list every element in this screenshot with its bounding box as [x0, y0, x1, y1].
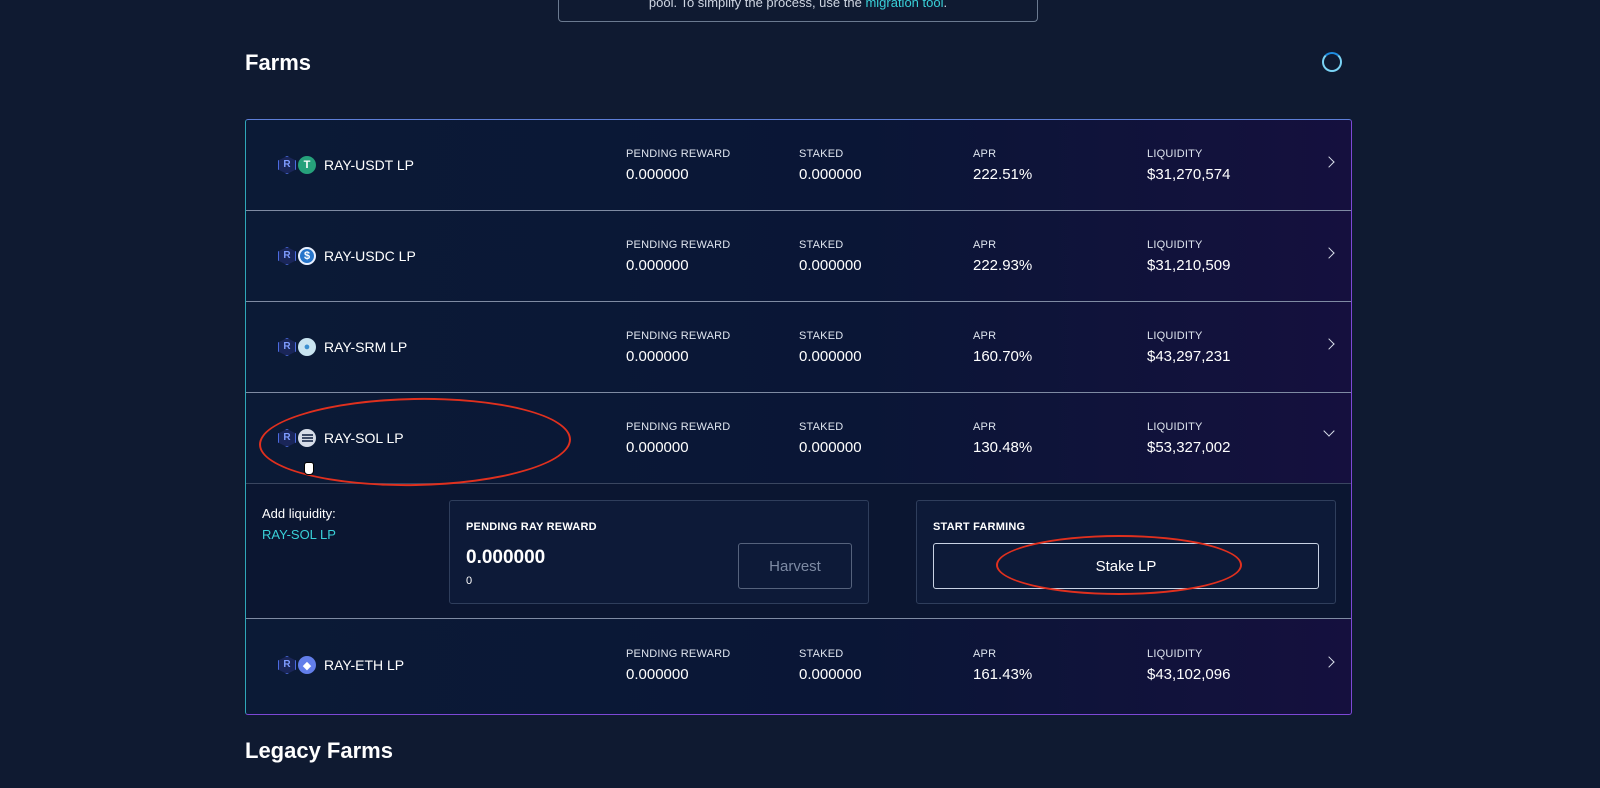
farm-details-panel: Add liquidity: RAY-SOL LP PENDING RAY RE…: [246, 484, 1351, 619]
staked: STAKED 0.000000: [799, 148, 862, 183]
srm-token-icon: ●: [298, 338, 316, 356]
staked: STAKED 0.000000: [799, 648, 862, 683]
pending-reward: PENDING REWARD 0.000000: [626, 239, 731, 274]
liquidity: LIQUIDITY $53,327,002: [1147, 421, 1231, 456]
farm-pair: R ● RAY-SRM LP: [278, 338, 407, 356]
farms-heading: Farms: [245, 50, 312, 75]
add-liquidity-link[interactable]: RAY-SOL LP: [262, 527, 336, 542]
legacy-farms-heading: Legacy Farms: [245, 738, 393, 763]
pending-ray-reward-label: PENDING RAY REWARD: [466, 521, 597, 533]
usdt-token-icon: T: [298, 156, 316, 174]
loading-spinner-icon: [1322, 52, 1342, 72]
liquidity: LIQUIDITY $43,102,096: [1147, 648, 1231, 683]
ray-token-icon: R: [278, 656, 296, 674]
farm-pair: R RAY-SOL LP: [278, 429, 404, 447]
sol-token-icon: [298, 429, 316, 447]
farm-pair: R T RAY-USDT LP: [278, 156, 414, 174]
liquidity: LIQUIDITY $31,270,574: [1147, 148, 1231, 183]
farm-pair: R $ RAY-USDC LP: [278, 247, 416, 265]
usdc-token-icon: $: [298, 247, 316, 265]
eth-token-icon: ◆: [298, 656, 316, 674]
apr: APR 161.43%: [973, 648, 1033, 683]
farm-row-ray-eth[interactable]: R ◆ RAY-ETH LP PENDING REWARD 0.000000 ST…: [246, 620, 1351, 711]
chevron-right-icon[interactable]: [1323, 656, 1335, 668]
chevron-down-icon[interactable]: [1323, 425, 1335, 437]
hand-cursor-icon: [304, 462, 314, 475]
farm-row-ray-sol[interactable]: R RAY-SOL LP PENDING REWARD 0.000000 STAK…: [246, 393, 1351, 484]
pending-ray-reward-usd: 0: [466, 575, 473, 587]
liquidity: LIQUIDITY $31,210,509: [1147, 239, 1231, 274]
notice-text: pool. To simplify the process, use the: [648, 0, 866, 10]
pending-reward: PENDING REWARD 0.000000: [626, 421, 731, 456]
ray-token-icon: R: [278, 247, 296, 265]
staked: STAKED 0.000000: [799, 330, 862, 365]
start-farming-card: START FARMING Stake LP: [916, 500, 1336, 604]
pending-ray-reward-value: 0.000000: [466, 547, 546, 568]
farm-name: RAY-SRM LP: [324, 339, 408, 355]
apr: APR 130.48%: [973, 421, 1033, 456]
migration-notice: pool. To simplify the process, use the m…: [558, 0, 1038, 22]
chevron-right-icon[interactable]: [1323, 156, 1335, 168]
apr: APR 222.51%: [973, 148, 1033, 183]
farm-row-ray-usdc[interactable]: R $ RAY-USDC LP PENDING REWARD 0.000000 S…: [246, 211, 1351, 302]
add-liquidity-label: Add liquidity:: [262, 506, 336, 521]
harvest-button[interactable]: Harvest: [738, 543, 852, 589]
pending-reward: PENDING REWARD 0.000000: [626, 648, 731, 683]
pending-reward-card: PENDING RAY REWARD 0.000000 0 Harvest: [449, 500, 869, 604]
chevron-right-icon[interactable]: [1323, 338, 1335, 350]
farm-row-ray-srm[interactable]: R ● RAY-SRM LP PENDING REWARD 0.000000 ST…: [246, 302, 1351, 393]
ray-token-icon: R: [278, 429, 296, 447]
farm-pair: R ◆ RAY-ETH LP: [278, 656, 404, 674]
chevron-right-icon[interactable]: [1323, 247, 1335, 259]
ray-token-icon: R: [278, 338, 296, 356]
farm-name: RAY-USDT LP: [324, 157, 414, 173]
add-liquidity: Add liquidity: RAY-SOL LP: [262, 506, 336, 542]
farm-name: RAY-ETH LP: [324, 657, 405, 673]
pending-reward: PENDING REWARD 0.000000: [626, 330, 731, 365]
staked: STAKED 0.000000: [799, 421, 862, 456]
stake-lp-button[interactable]: Stake LP: [933, 543, 1319, 589]
farm-name: RAY-SOL LP: [324, 430, 404, 446]
liquidity: LIQUIDITY $43,297,231: [1147, 330, 1231, 365]
farm-row-ray-usdt[interactable]: R T RAY-USDT LP PENDING REWARD 0.000000 S…: [246, 120, 1351, 211]
farm-name: RAY-USDC LP: [324, 248, 416, 264]
pending-reward: PENDING REWARD 0.000000: [626, 148, 731, 183]
ray-token-icon: R: [278, 156, 296, 174]
apr: APR 160.70%: [973, 330, 1033, 365]
apr: APR 222.93%: [973, 239, 1033, 274]
start-farming-label: START FARMING: [933, 521, 1026, 533]
farms-list: R T RAY-USDT LP PENDING REWARD 0.000000 S…: [245, 119, 1352, 715]
notice-end: .: [943, 0, 948, 10]
migration-tool-link[interactable]: migration tool: [865, 0, 943, 10]
staked: STAKED 0.000000: [799, 239, 862, 274]
